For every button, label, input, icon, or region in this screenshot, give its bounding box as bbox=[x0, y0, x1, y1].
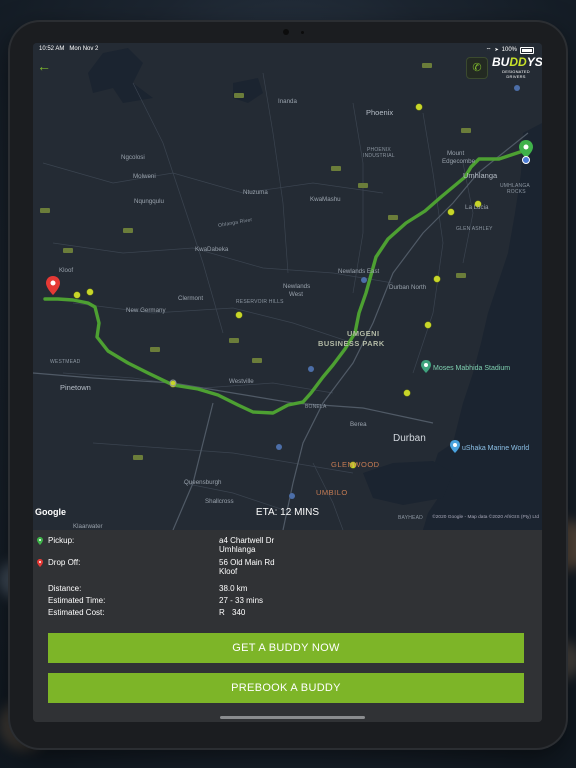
dropoff-address-line2: Kloof bbox=[219, 567, 238, 576]
logo-wordmark: BUDDYS bbox=[492, 55, 542, 69]
map-label: Shallcross bbox=[205, 498, 234, 505]
pickup-address-line2: Umhlanga bbox=[219, 545, 256, 554]
map-label: Inanda bbox=[278, 98, 297, 105]
map-label: BONELA bbox=[305, 404, 327, 410]
logo-part: YS bbox=[526, 55, 542, 69]
map-label: Molweni bbox=[133, 173, 156, 180]
estimated-cost-label: Estimated Cost: bbox=[48, 608, 105, 617]
phone-icon: ✆ bbox=[472, 62, 482, 74]
map-label: Berea bbox=[350, 421, 367, 428]
distance-value: 38.0 km bbox=[219, 584, 248, 593]
status-time-text: 10:52 AM bbox=[39, 46, 65, 52]
pickup-label: Pickup: bbox=[48, 536, 75, 545]
battery-percent: 100% bbox=[501, 47, 517, 53]
map-label: Newlands East bbox=[338, 268, 380, 275]
battery-icon bbox=[520, 46, 534, 54]
map-label: New Germany bbox=[126, 307, 166, 314]
wifi-icon: ⌔ bbox=[485, 48, 492, 54]
estimated-cost-value: 340 bbox=[232, 608, 246, 617]
trip-info-panel: Pickup: a4 Chartwell Dr Umhlanga Drop Of… bbox=[33, 530, 542, 722]
map-label: Durban North bbox=[389, 284, 427, 291]
map-label: Durban bbox=[393, 433, 426, 444]
map-label: Ngcolosi bbox=[121, 154, 145, 161]
map-label: INDUSTRIAL bbox=[363, 153, 395, 159]
marine-world-marker-icon[interactable] bbox=[450, 440, 460, 454]
map-label: West bbox=[289, 291, 303, 298]
map-copyright: ©2020 Google - Map data ©2020 AfriGIS (P… bbox=[432, 515, 539, 520]
map-label: KwaMashu bbox=[310, 196, 341, 203]
map-label: uShaka Marine World bbox=[462, 445, 530, 452]
map-label: BUSINESS PARK bbox=[318, 339, 385, 348]
get-buddy-now-button[interactable]: GET A BUDDY NOW bbox=[48, 633, 524, 663]
map-label: Westville bbox=[229, 378, 254, 385]
dropoff-marker-icon bbox=[37, 559, 43, 567]
map-label: Phoenix bbox=[366, 108, 394, 117]
logo-part: BU bbox=[492, 55, 510, 69]
status-date-text: Mon Nov 2 bbox=[69, 46, 99, 52]
dropoff-pin-icon[interactable] bbox=[46, 276, 60, 296]
map-label: Pinetown bbox=[60, 383, 91, 392]
map-label: Kloof bbox=[59, 267, 74, 274]
arrow-left-icon: ← bbox=[37, 58, 51, 74]
map-label: GLENWOOD bbox=[331, 460, 380, 469]
map-label: GLEN ASHLEY bbox=[456, 226, 493, 232]
map-label: Klaarwater bbox=[73, 523, 103, 530]
map-label: La Lucia bbox=[465, 204, 489, 211]
map-label: Clermont bbox=[178, 295, 204, 302]
pickup-pin-icon[interactable] bbox=[519, 140, 533, 164]
map-label: ROCKS bbox=[507, 189, 526, 195]
location-icon: ➤ bbox=[494, 47, 499, 53]
route-map[interactable]: Inanda Phoenix PHOENIX INDUSTRIAL Mount … bbox=[33, 43, 542, 530]
estimated-time-value: 27 - 33 mins bbox=[219, 596, 264, 605]
status-bar: 10:52 AM Mon Nov 2 ⌔ ➤ 100% bbox=[33, 43, 542, 57]
status-right: ⌔ ➤ 100% bbox=[486, 46, 534, 54]
map-label: UMGENI bbox=[347, 329, 380, 338]
map-label: UMBILO bbox=[316, 488, 348, 497]
back-button[interactable]: ← bbox=[36, 58, 52, 74]
prebook-buddy-button[interactable]: PREBOOK A BUDDY bbox=[48, 673, 524, 703]
map-label: Nqungqulu bbox=[134, 198, 164, 205]
map-label: Moses Mabhida Stadium bbox=[433, 365, 511, 372]
estimated-time-label: Estimated Time: bbox=[48, 596, 106, 605]
call-button[interactable]: ✆ bbox=[466, 57, 488, 79]
pickup-marker-icon bbox=[37, 537, 43, 545]
map-label: Mount bbox=[447, 150, 465, 157]
estimated-cost-currency: R bbox=[219, 608, 225, 617]
map-label: Edgecombe bbox=[442, 158, 476, 165]
map-label: KwaDabeka bbox=[195, 246, 229, 253]
status-time: 10:52 AM Mon Nov 2 bbox=[39, 46, 98, 52]
map-label: RESERVOIR HILLS bbox=[236, 299, 284, 305]
front-camera bbox=[283, 29, 289, 35]
map-label: WESTMEAD bbox=[50, 359, 81, 365]
map-label: Queensburgh bbox=[184, 479, 222, 486]
map-label: Ntuzuma bbox=[243, 189, 268, 196]
logo-part-accent: DD bbox=[509, 55, 527, 69]
stadium-marker-icon[interactable] bbox=[421, 360, 431, 374]
logo-tagline: DESIGNATED DRIVERS bbox=[502, 69, 530, 79]
sensor bbox=[301, 31, 304, 34]
distance-label: Distance: bbox=[48, 584, 82, 593]
dropoff-label: Drop Off: bbox=[48, 558, 81, 567]
map-label: Umhlanga bbox=[463, 171, 498, 180]
app-screen: Inanda Phoenix PHOENIX INDUSTRIAL Mount … bbox=[33, 43, 542, 722]
home-indicator[interactable] bbox=[220, 716, 365, 719]
buddys-logo: BUDDYS DESIGNATED DRIVERS bbox=[492, 55, 542, 80]
map-label: Newlands bbox=[283, 283, 311, 290]
